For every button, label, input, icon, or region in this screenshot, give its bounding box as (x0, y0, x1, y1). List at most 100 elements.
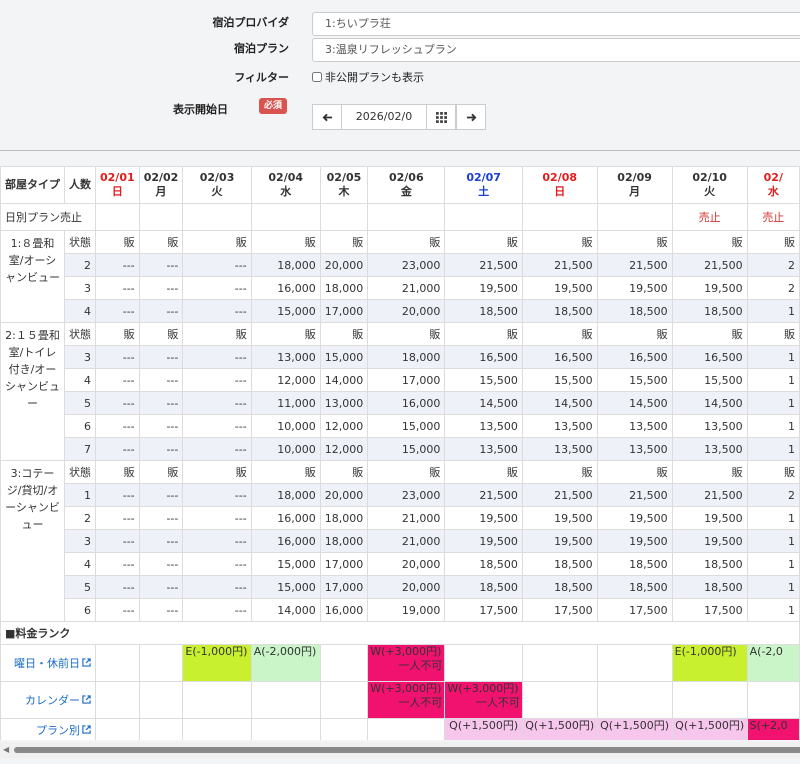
price-cell[interactable]: 13,500 (444, 414, 523, 438)
rank-cell[interactable]: Q(+1,500円) (521, 718, 598, 740)
price-cell[interactable]: 20,000 (367, 552, 446, 576)
rank-row-label[interactable]: カレンダー (25, 694, 80, 707)
rank-row-label[interactable]: 曜日・休前日 (14, 657, 80, 670)
rank-cell[interactable] (671, 681, 748, 719)
price-cell[interactable]: 17,500 (671, 598, 748, 622)
price-cell[interactable]: --- (138, 552, 184, 576)
status-cell[interactable]: 販 (250, 322, 321, 346)
price-cell[interactable]: 13,500 (671, 414, 748, 438)
hidden-plans-checkbox[interactable] (312, 72, 322, 82)
status-cell[interactable]: 販 (596, 322, 673, 346)
daily-sale-cell[interactable] (521, 203, 598, 231)
price-cell[interactable]: --- (138, 506, 184, 530)
status-cell[interactable]: 販 (521, 322, 598, 346)
price-cell[interactable]: 13,500 (521, 414, 598, 438)
rank-cell[interactable] (250, 718, 321, 740)
rank-cell[interactable]: E(-1,000円) (671, 644, 748, 682)
plan-select[interactable]: 3:温泉リフレッシュプラン (312, 38, 800, 62)
price-cell[interactable]: 21,500 (596, 483, 673, 507)
price-cell[interactable]: 13,000 (250, 345, 321, 369)
status-cell[interactable]: 販 (138, 460, 184, 484)
status-cell[interactable]: 販 (746, 322, 800, 346)
rank-cell[interactable] (95, 718, 140, 740)
price-cell[interactable]: 16,000 (250, 529, 321, 553)
price-cell[interactable]: 18,500 (596, 299, 673, 323)
price-cell[interactable]: 14,000 (319, 368, 369, 392)
external-link-icon[interactable] (82, 695, 91, 707)
daily-sale-cell[interactable] (596, 203, 673, 231)
price-cell[interactable]: 23,000 (367, 483, 446, 507)
calendar-picker-button[interactable] (426, 104, 456, 130)
price-cell[interactable]: --- (138, 299, 184, 323)
daily-sale-cell[interactable] (138, 203, 184, 231)
price-cell[interactable]: 18,500 (521, 575, 598, 599)
hidden-plans-checkbox-label[interactable]: 非公開プランも表示 (325, 71, 424, 84)
price-cell[interactable]: 18,500 (444, 575, 523, 599)
price-cell[interactable]: --- (138, 368, 184, 392)
price-cell[interactable]: 12,000 (319, 437, 369, 461)
rank-cell[interactable] (95, 644, 140, 682)
daily-sale-cell[interactable] (319, 203, 369, 231)
daily-sale-cell[interactable] (367, 203, 446, 231)
price-cell[interactable]: --- (182, 437, 252, 461)
rank-cell[interactable] (521, 681, 598, 719)
rank-row-link[interactable]: 曜日・休前日 (0, 644, 96, 682)
price-cell[interactable]: 19,500 (521, 529, 598, 553)
price-cell[interactable]: 14,000 (250, 598, 321, 622)
price-cell[interactable]: 13,500 (596, 437, 673, 461)
price-cell[interactable]: 10,000 (250, 437, 321, 461)
price-cell[interactable]: 21,500 (521, 483, 598, 507)
price-cell[interactable]: 18,500 (596, 552, 673, 576)
price-cell[interactable]: 20,000 (319, 483, 369, 507)
price-cell[interactable]: 15,500 (521, 368, 598, 392)
status-cell[interactable]: 販 (671, 460, 748, 484)
price-cell[interactable]: 17,500 (444, 598, 523, 622)
price-cell[interactable]: 11,000 (250, 391, 321, 415)
status-cell[interactable]: 販 (138, 230, 184, 254)
price-cell[interactable]: 21,500 (444, 253, 523, 277)
status-cell[interactable]: 販 (138, 322, 184, 346)
price-cell[interactable]: 13,500 (521, 437, 598, 461)
price-cell[interactable]: 15,000 (367, 437, 446, 461)
price-cell[interactable]: 1 (746, 391, 800, 415)
price-cell[interactable]: --- (182, 391, 252, 415)
price-cell[interactable]: --- (95, 598, 140, 622)
price-cell[interactable]: --- (95, 345, 140, 369)
price-cell[interactable]: --- (95, 391, 140, 415)
rank-cell[interactable] (596, 644, 673, 682)
rank-cell[interactable] (250, 681, 321, 719)
price-cell[interactable]: 1 (746, 299, 800, 323)
price-cell[interactable]: --- (182, 299, 252, 323)
price-cell[interactable]: 10,000 (250, 414, 321, 438)
price-cell[interactable]: 18,500 (521, 299, 598, 323)
price-cell[interactable]: 1 (746, 345, 800, 369)
price-cell[interactable]: 21,000 (367, 529, 446, 553)
price-cell[interactable]: 21,000 (367, 506, 446, 530)
price-cell[interactable]: 19,500 (444, 529, 523, 553)
status-cell[interactable]: 販 (596, 230, 673, 254)
status-cell[interactable]: 販 (95, 322, 140, 346)
prev-date-button[interactable] (312, 104, 342, 130)
price-cell[interactable]: 1 (746, 529, 800, 553)
rank-cell[interactable]: W(+3,000円) 一人不可 (367, 681, 446, 719)
price-cell[interactable]: 21,500 (671, 483, 748, 507)
status-cell[interactable]: 販 (250, 230, 321, 254)
external-link-icon[interactable] (82, 658, 91, 670)
daily-sale-cell[interactable]: 売止 (746, 203, 800, 231)
price-cell[interactable]: 19,500 (671, 529, 748, 553)
status-cell[interactable]: 販 (95, 230, 140, 254)
price-cell[interactable]: 21,500 (521, 253, 598, 277)
price-cell[interactable]: 18,000 (319, 276, 369, 300)
status-cell[interactable]: 販 (521, 460, 598, 484)
price-cell[interactable]: --- (182, 368, 252, 392)
rank-cell[interactable] (319, 718, 369, 740)
status-cell[interactable]: 販 (521, 230, 598, 254)
price-cell[interactable]: --- (182, 483, 252, 507)
status-cell[interactable]: 販 (746, 460, 800, 484)
price-cell[interactable]: --- (95, 437, 140, 461)
price-cell[interactable]: 13,000 (319, 391, 369, 415)
price-cell[interactable]: 19,500 (596, 506, 673, 530)
rank-cell[interactable] (319, 681, 369, 719)
price-cell[interactable]: --- (138, 598, 184, 622)
price-cell[interactable]: 12,000 (319, 414, 369, 438)
